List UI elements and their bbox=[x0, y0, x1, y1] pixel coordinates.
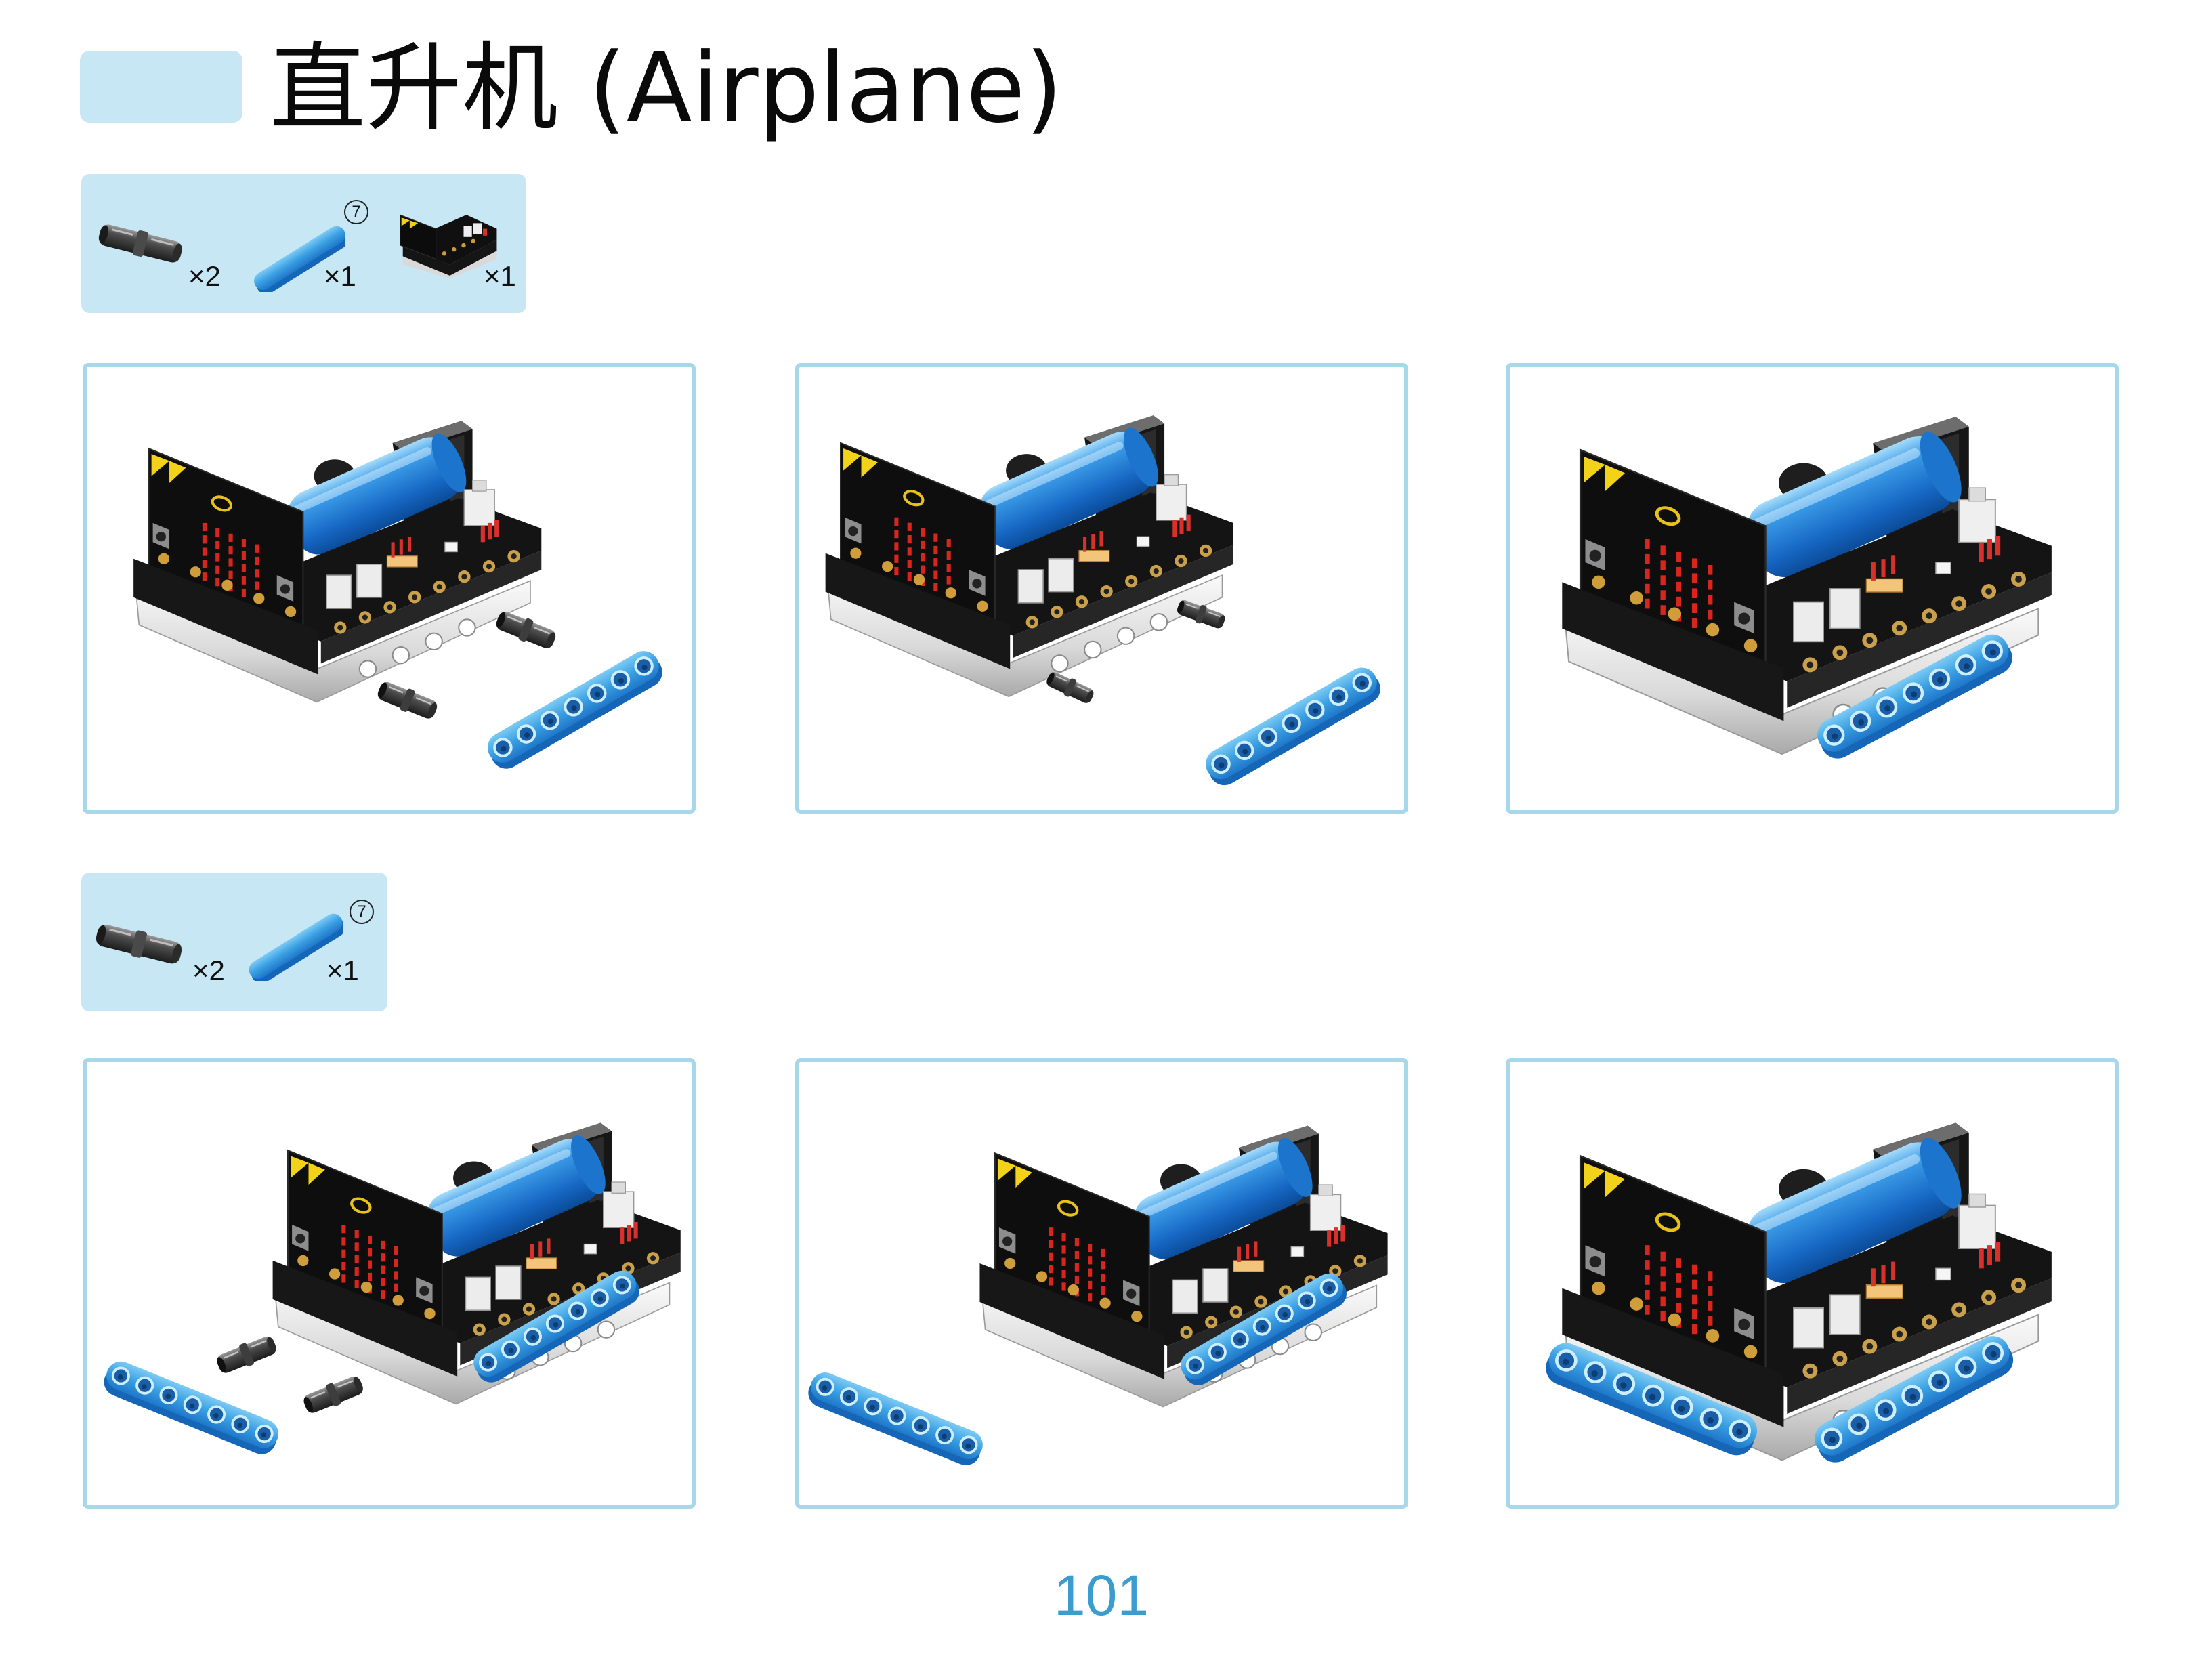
assembled-board bbox=[826, 415, 1233, 696]
blue-beam bbox=[100, 1357, 283, 1459]
blue-beam bbox=[1200, 662, 1387, 791]
page-number: 101 bbox=[1053, 1563, 1149, 1627]
step-panel-3 bbox=[1506, 363, 2119, 814]
parts-list-2: ×2 7 ×1 bbox=[81, 873, 387, 1011]
part-count: ×2 bbox=[192, 954, 225, 986]
beam-size-badge: 7 bbox=[344, 200, 368, 224]
assembled-board bbox=[1562, 417, 2052, 754]
connector-pin bbox=[213, 1331, 280, 1378]
assembled-board bbox=[133, 421, 541, 702]
step-1-illustration bbox=[87, 367, 668, 774]
step-panel-4 bbox=[83, 1058, 696, 1509]
part-count: ×1 bbox=[326, 954, 359, 986]
step-panel-2 bbox=[795, 363, 1408, 814]
connector-pin bbox=[492, 606, 559, 654]
connector-pin-icon bbox=[98, 224, 182, 263]
step-panel-1 bbox=[83, 363, 696, 814]
step-4-illustration bbox=[100, 1062, 692, 1459]
blue-beam bbox=[803, 1368, 988, 1470]
connector-pin bbox=[299, 1371, 367, 1418]
step-5-illustration bbox=[803, 1062, 1404, 1470]
beam-size-badge: 7 bbox=[350, 900, 374, 924]
step-6-illustration bbox=[1540, 1062, 2115, 1469]
blue-beam bbox=[482, 645, 668, 774]
step-panel-6 bbox=[1506, 1058, 2119, 1509]
part-count: ×1 bbox=[484, 260, 516, 292]
step-3-illustration bbox=[1510, 367, 2115, 765]
step-2-illustration bbox=[799, 367, 1387, 791]
parts-list-1: ×2 7 ×1 ×1 bbox=[81, 174, 526, 313]
connector-pin-icon bbox=[96, 924, 182, 964]
page-title: 直升机 (Airplane) bbox=[270, 33, 1063, 144]
connector-pin bbox=[374, 677, 441, 723]
title-badge bbox=[80, 51, 242, 123]
connector-pin bbox=[1043, 668, 1097, 707]
part-count: ×1 bbox=[324, 260, 356, 292]
part-count: ×2 bbox=[188, 260, 221, 292]
step-panel-5 bbox=[795, 1058, 1408, 1509]
